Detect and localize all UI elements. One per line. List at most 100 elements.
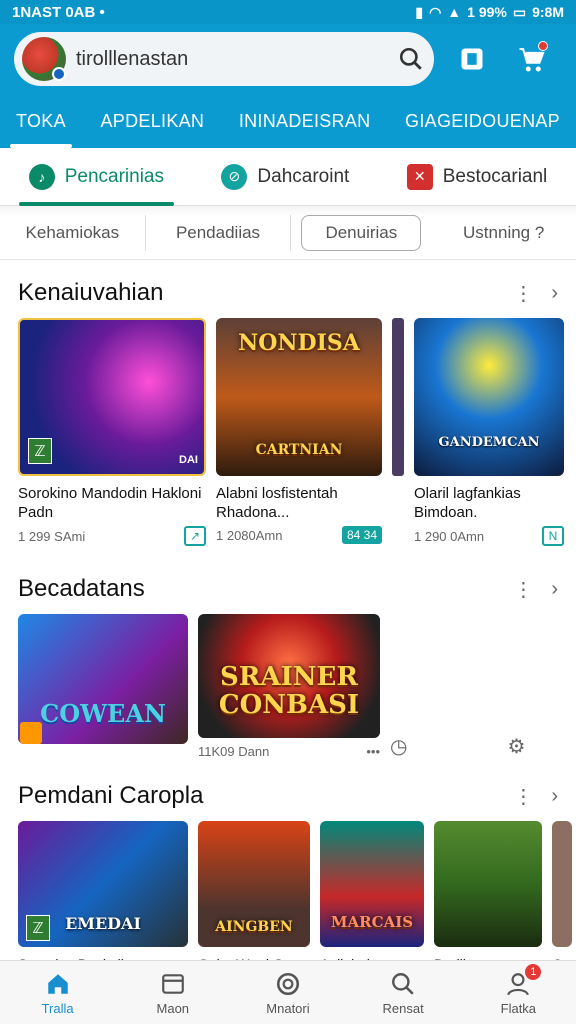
game-card[interactable]: GANDEMCAN Olaril lagfankias Bimdoan. 1 2… <box>414 318 564 546</box>
art-subtitle: GANDEMCAN <box>438 435 540 450</box>
subtab-label: Bestocarianl <box>442 165 548 187</box>
rating-badge: ℤ <box>28 438 52 464</box>
status-left-text: 1NAST 0AB • <box>12 3 105 21</box>
tab-giageidouenap[interactable]: GIAGEIDOUENAP <box>405 94 560 148</box>
top-tabs: TOKA APDELIKAN ININADEISRAN GIAGEIDOUENA… <box>0 94 576 148</box>
cart-badge <box>538 41 548 51</box>
game-art: ℤ EMEDAI <box>18 821 188 947</box>
game-art <box>552 821 572 947</box>
external-icon[interactable]: ↗ <box>184 526 206 546</box>
chip-ustnning[interactable]: Ustnning ? <box>431 215 576 251</box>
game-meta: 1 2080Amn <box>216 527 283 543</box>
art-title: AINGBEN <box>215 919 293 935</box>
cell-icon: ▲ <box>447 4 462 20</box>
section-title: Kenaiuvahian <box>18 279 164 306</box>
clock-text: 9:8M <box>532 4 564 20</box>
app-badge-icon <box>20 722 42 744</box>
nav-rensat[interactable]: Rensat <box>358 970 448 1016</box>
game-art: ℤ DAI <box>18 318 206 476</box>
timer-icon[interactable]: ◷ <box>390 734 407 759</box>
game-card[interactable]: AINGBEN Gaba Ward Ga <box>198 821 310 974</box>
subtab-pencarinias[interactable]: ♪ Pencarinias <box>18 148 175 206</box>
battery-icon: ▭ <box>512 3 527 20</box>
nav-mnatori[interactable]: Mnatori <box>243 970 333 1016</box>
nav-label: Mnatori <box>266 1000 310 1016</box>
search-input[interactable]: tirolllenastan <box>76 48 386 71</box>
game-name: Olaril lagfankias Bimdoan. <box>414 485 521 521</box>
game-art: GANDEMCAN <box>414 318 564 476</box>
subtab-dahcaroint[interactable]: ⊘ Dahcaroint <box>221 148 349 206</box>
game-card[interactable]: NONDISA CARTNIAN Alabni losfistentah Rha… <box>216 318 382 546</box>
chevron-right-icon[interactable]: › <box>551 282 558 305</box>
chip-kehamiokas[interactable]: Kehamiokas <box>0 214 146 251</box>
section-title: Pemdani Caropla <box>18 782 204 809</box>
game-art: AINGBEN <box>198 821 310 947</box>
tab-apdelikan[interactable]: APDELIKAN <box>100 94 204 148</box>
wifi-icon: ◠ <box>429 3 442 20</box>
tab-toka[interactable]: TOKA <box>10 94 72 148</box>
chip-pendadiias[interactable]: Pendadiias <box>146 214 292 251</box>
game-meta: 1 290 0Amn <box>414 528 485 544</box>
game-art: NONDISA CARTNIAN <box>216 318 382 476</box>
subtab-label: Pencarinias <box>64 165 164 187</box>
game-card[interactable]: COWEAN <box>18 614 188 744</box>
nav-maon[interactable]: Maon <box>128 970 218 1016</box>
chevron-right-icon[interactable]: › <box>551 785 558 808</box>
subtab-bestocarianl[interactable]: ✕ Bestocarianl <box>406 148 548 206</box>
home-icon <box>43 970 73 998</box>
sub-tabs: ♪ Pencarinias ⊘ Dahcaroint ✕ Bestocarian… <box>0 148 576 206</box>
app-header: tirolllenastan TOKA APDELIKAN ININADEISR… <box>0 24 576 148</box>
external-icon[interactable]: N <box>542 526 564 546</box>
game-meta: 1 299 SAmi <box>18 528 86 544</box>
chevron-right-icon[interactable]: › <box>551 578 558 601</box>
nav-label: Flatka <box>500 1000 537 1016</box>
slash-icon: ⊘ <box>221 163 248 190</box>
library-icon[interactable] <box>454 41 490 77</box>
nav-label: Rensat <box>382 1000 424 1016</box>
more-icon[interactable]: ⋮ <box>513 577 533 602</box>
app-logo <box>22 37 66 81</box>
game-name: Sorokino Mandodin Hakloni Padn <box>18 485 202 521</box>
art-subtitle: CARTNIAN <box>255 442 343 458</box>
game-art: COWEAN <box>18 614 188 744</box>
signal-icon: ▮ <box>415 3 424 20</box>
music-note-icon: ♪ <box>28 163 55 190</box>
game-card[interactable]: SRAINER CONBASI 11K09 Dann ••• <box>198 614 380 759</box>
section-becadatans: Becadatans ⋮ › COWEAN SRAINER CONBASI 11… <box>0 564 576 759</box>
search-icon <box>388 970 418 998</box>
game-card[interactable]: ℤ EMEDAI Seaarian Baokali <box>18 821 188 974</box>
game-card[interactable]: Ca <box>552 821 572 974</box>
art-title: SRAINER <box>220 662 358 692</box>
nav-home[interactable]: Tralla <box>13 970 103 1016</box>
bottom-nav: Tralla Maon Mnatori Rensat 1 Flatka <box>0 960 576 1024</box>
store-icon: ✕ <box>406 163 433 190</box>
chip-denuirias[interactable]: Denuirias <box>301 214 422 251</box>
art-title: COWEAN <box>40 699 166 728</box>
nav-flatka[interactable]: 1 Flatka <box>473 963 563 1016</box>
game-card[interactable]: MARCAIS Aoliababa <box>320 821 424 974</box>
cart-icon[interactable] <box>514 41 550 77</box>
art-title: EMEDAI <box>65 914 141 933</box>
tab-ininadeisran[interactable]: ININADEISRAN <box>239 94 371 148</box>
game-card[interactable]: Dndiko <box>434 821 542 974</box>
more-icon[interactable]: ⋮ <box>513 281 533 306</box>
subtab-label: Dahcaroint <box>257 165 350 187</box>
nav-label: Tralla <box>41 1000 74 1016</box>
section-title: Becadatans <box>18 575 145 602</box>
game-art <box>434 821 542 947</box>
circle-icon <box>273 970 303 998</box>
more-horiz-icon[interactable]: ••• <box>366 744 380 759</box>
search-icon[interactable] <box>396 44 426 74</box>
corner-label: DAI <box>179 454 198 466</box>
settings-icon[interactable]: ⚙ <box>507 734 525 759</box>
more-icon[interactable]: ⋮ <box>513 784 533 809</box>
price-pill[interactable]: 84 34 <box>341 526 382 544</box>
art-title: MARCAIS <box>330 913 414 931</box>
status-right: ▮ ◠ ▲ 1 99% ▭ 9:8M <box>415 4 564 21</box>
art-title: NONDISA <box>238 330 360 356</box>
filter-chips: Kehamiokas Pendadiias Denuirias Ustnning… <box>0 206 576 260</box>
search-bar[interactable]: tirolllenastan <box>14 32 434 86</box>
section-pemdani-caropla: Pemdani Caropla ⋮ › ℤ EMEDAI Seaarian Ba… <box>0 771 576 974</box>
art-subtitle: CONBASI <box>218 690 360 720</box>
game-card[interactable]: ℤ DAI Sorokino Mandodin Hakloni Padn 1 2… <box>18 318 206 546</box>
